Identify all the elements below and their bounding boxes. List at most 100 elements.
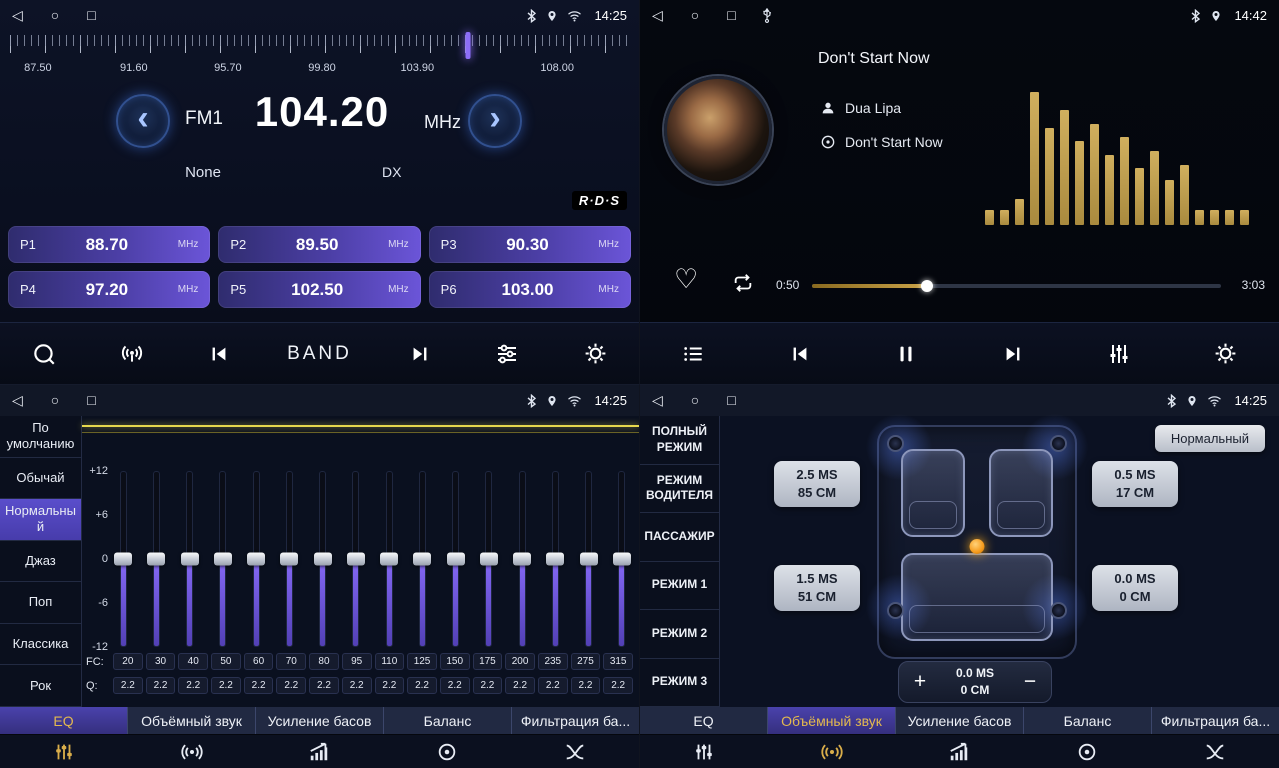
eq-preset-item[interactable]: Поп xyxy=(0,582,81,624)
recents-icon[interactable]: □ xyxy=(727,7,735,24)
broadcast-button[interactable] xyxy=(112,341,152,367)
slider-handle[interactable] xyxy=(247,553,265,566)
balance-icon[interactable] xyxy=(1023,735,1151,768)
eq-band-slider[interactable] xyxy=(314,471,332,647)
tab-bass-boost[interactable]: Усиление басов xyxy=(896,707,1024,734)
slider-handle[interactable] xyxy=(613,553,631,566)
back-icon[interactable]: ◁ xyxy=(12,7,23,24)
eq-preset-item[interactable]: Классика xyxy=(0,624,81,666)
eq-band-slider[interactable] xyxy=(613,471,631,647)
eq-preset-item[interactable]: Джаз xyxy=(0,541,81,583)
listening-position-dot[interactable] xyxy=(970,539,985,554)
eq-band-slider[interactable] xyxy=(280,471,298,647)
tab-balance[interactable]: Баланс xyxy=(1024,707,1152,734)
front-left-delay-card[interactable]: 2.5 MS 85 CM xyxy=(774,461,860,507)
pause-button[interactable] xyxy=(886,343,926,365)
surround-mode-item[interactable]: ПАССАЖИР xyxy=(640,513,719,562)
home-icon[interactable]: ○ xyxy=(691,392,699,409)
slider-handle[interactable] xyxy=(314,553,332,566)
increase-delay-button[interactable]: + xyxy=(899,670,941,694)
eq-preset-item[interactable]: Обычай xyxy=(0,458,81,500)
audio-settings-button[interactable] xyxy=(487,342,527,366)
eq-band-slider[interactable] xyxy=(580,471,598,647)
tab-filter[interactable]: Фильтрация ба... xyxy=(512,707,639,734)
repeat-button[interactable] xyxy=(730,272,756,294)
settings-gear-button[interactable] xyxy=(575,341,615,366)
rear-left-speaker-icon[interactable] xyxy=(887,602,904,619)
front-right-speaker-icon[interactable] xyxy=(1050,435,1067,452)
eq-band-slider[interactable] xyxy=(546,471,564,647)
recents-icon[interactable]: □ xyxy=(87,392,95,409)
eq-band-slider[interactable] xyxy=(147,471,165,647)
eq-band-slider[interactable] xyxy=(347,471,365,647)
favorite-button[interactable]: ♡ xyxy=(674,266,698,293)
tune-up-button[interactable]: › xyxy=(468,94,522,148)
eq-preset-item[interactable]: Рок xyxy=(0,665,81,707)
preset-button[interactable]: P6103.00MHz xyxy=(429,271,631,308)
progress-handle[interactable] xyxy=(921,280,933,292)
front-left-speaker-icon[interactable] xyxy=(887,435,904,452)
surround-sound-icon[interactable] xyxy=(128,735,256,768)
slider-handle[interactable] xyxy=(214,553,232,566)
rear-right-speaker-icon[interactable] xyxy=(1050,602,1067,619)
balance-icon[interactable] xyxy=(383,735,511,768)
surround-mode-item[interactable]: РЕЖИМ 1 xyxy=(640,562,719,611)
eq-band-slider[interactable] xyxy=(480,471,498,647)
radio-ruler[interactable]: 87.5091.6095.7099.80103.90108.00 xyxy=(10,35,629,83)
tab-eq[interactable]: EQ xyxy=(0,707,128,734)
previous-track-button[interactable] xyxy=(780,343,820,365)
next-station-button[interactable] xyxy=(400,343,440,365)
recents-icon[interactable]: □ xyxy=(727,392,735,409)
eq-band-slider[interactable] xyxy=(447,471,465,647)
surround-sound-icon[interactable] xyxy=(768,735,896,768)
eq-band-slider[interactable] xyxy=(247,471,265,647)
home-icon[interactable]: ○ xyxy=(51,7,59,24)
slider-handle[interactable] xyxy=(447,553,465,566)
recents-icon[interactable]: □ xyxy=(87,7,95,24)
decrease-delay-button[interactable]: − xyxy=(1009,670,1051,694)
back-icon[interactable]: ◁ xyxy=(652,7,663,24)
surround-mode-item[interactable]: РЕЖИМ 3 xyxy=(640,659,719,708)
eq-preset-item[interactable]: По умолчанию xyxy=(0,416,81,458)
tab-bass-boost[interactable]: Усиление басов xyxy=(256,707,384,734)
tab-eq[interactable]: EQ xyxy=(640,707,768,734)
slider-handle[interactable] xyxy=(513,553,531,566)
frequency-indicator[interactable] xyxy=(466,32,471,59)
rear-left-delay-card[interactable]: 1.5 MS 51 CM xyxy=(774,565,860,611)
bass-boost-icon[interactable] xyxy=(896,735,1024,768)
tab-balance[interactable]: Баланс xyxy=(384,707,512,734)
slider-handle[interactable] xyxy=(347,553,365,566)
slider-handle[interactable] xyxy=(280,553,298,566)
surround-mode-item[interactable]: РЕЖИМ ВОДИТЕЛЯ xyxy=(640,465,719,514)
previous-station-button[interactable] xyxy=(199,343,239,365)
surround-mode-item[interactable]: РЕЖИМ 2 xyxy=(640,610,719,659)
home-icon[interactable]: ○ xyxy=(691,7,699,24)
preset-button[interactable]: P390.30MHz xyxy=(429,226,631,263)
slider-handle[interactable] xyxy=(413,553,431,566)
eq-band-slider[interactable] xyxy=(413,471,431,647)
playlist-button[interactable] xyxy=(673,343,713,365)
eq-band-slider[interactable] xyxy=(114,471,132,647)
next-track-button[interactable] xyxy=(993,343,1033,365)
preset-button[interactable]: P497.20MHz xyxy=(8,271,210,308)
surround-preset-button[interactable]: Нормальный xyxy=(1155,425,1265,452)
tune-down-button[interactable]: ‹ xyxy=(116,94,170,148)
slider-handle[interactable] xyxy=(114,553,132,566)
surround-mode-item[interactable]: ПОЛНЫЙ РЕЖИМ xyxy=(640,416,719,465)
rear-right-delay-card[interactable]: 0.0 MS 0 CM xyxy=(1092,565,1178,611)
slider-handle[interactable] xyxy=(147,553,165,566)
crossover-icon[interactable] xyxy=(511,735,639,768)
equalizer-button[interactable] xyxy=(1099,342,1139,366)
tab-filter[interactable]: Фильтрация ба... xyxy=(1152,707,1279,734)
slider-handle[interactable] xyxy=(580,553,598,566)
slider-handle[interactable] xyxy=(181,553,199,566)
seek-bar[interactable] xyxy=(812,284,1221,288)
eq-band-slider[interactable] xyxy=(181,471,199,647)
bass-boost-icon[interactable] xyxy=(256,735,384,768)
front-right-delay-card[interactable]: 0.5 MS 17 CM xyxy=(1092,461,1178,507)
eq-sliders-icon[interactable] xyxy=(0,735,128,768)
back-icon[interactable]: ◁ xyxy=(12,392,23,409)
scan-button[interactable] xyxy=(24,341,64,367)
eq-band-slider[interactable] xyxy=(380,471,398,647)
eq-band-slider[interactable] xyxy=(214,471,232,647)
